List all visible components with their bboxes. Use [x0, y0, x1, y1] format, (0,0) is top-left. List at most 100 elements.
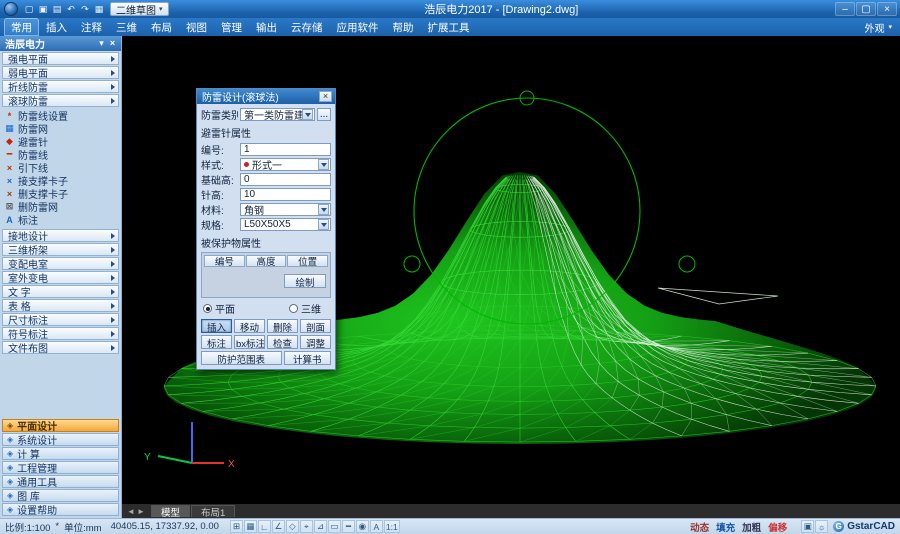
sidebar-category-button[interactable]: 接地设计	[2, 229, 119, 242]
maximize-button[interactable]: ▢	[856, 2, 876, 16]
open-icon[interactable]: ▣	[36, 2, 50, 16]
ribbon-tab[interactable]: 注释	[74, 18, 109, 36]
minimize-button[interactable]: –	[835, 2, 855, 16]
action-button[interactable]: 检查	[267, 335, 298, 349]
otrack-icon[interactable]: ⌖	[300, 520, 313, 533]
sidebar-category-button[interactable]: 文件布图	[2, 341, 119, 354]
field-control[interactable]: 角钢	[240, 203, 331, 216]
magnet-icon[interactable]: ◉	[356, 520, 369, 533]
clean-screen-icon[interactable]: ▣	[801, 520, 814, 533]
action-button[interactable]: 调整	[300, 335, 331, 349]
sidebar-category-button[interactable]: 表 格	[2, 299, 119, 312]
save-icon[interactable]: ▤	[50, 2, 64, 16]
action-button[interactable]: 移动	[234, 319, 265, 333]
workspace-select[interactable]: 二维草图 ▾	[110, 2, 169, 16]
ribbon-tab[interactable]: 管理	[214, 18, 249, 36]
dyn-input-icon[interactable]: ▭	[328, 520, 341, 533]
close-button[interactable]: ×	[877, 2, 897, 16]
layout-tab[interactable]: 布局1	[191, 505, 235, 517]
ribbon-tab[interactable]: 三维	[109, 18, 144, 36]
ribbon-tab[interactable]: 云存储	[284, 18, 330, 36]
field-control[interactable]: 10	[240, 188, 331, 201]
sidebar-category-button[interactable]: 弱电平面	[2, 66, 119, 79]
app-logo-icon[interactable]	[4, 2, 18, 16]
drawing-canvas[interactable]: YX 防雷设计(滚球法) × 防雷类别: 第一类防雷建	[122, 36, 900, 504]
layout-tab[interactable]: 模型	[151, 505, 190, 517]
ducs-icon[interactable]: ⊿	[314, 520, 327, 533]
scale-indicator[interactable]: 比例:1:100	[5, 520, 50, 534]
report-button[interactable]: 防护范围表	[201, 351, 282, 365]
ribbon-tab[interactable]: 插入	[39, 18, 74, 36]
ribbon-tab[interactable]: 扩展工具	[421, 18, 477, 36]
sidebar-tool-item[interactable]: A 标注	[0, 213, 121, 226]
table-header-cell[interactable]: 高度	[246, 255, 287, 267]
sidebar-category-button[interactable]: 折线防雷	[2, 80, 119, 93]
tab-scroll-right-icon[interactable]: ►	[136, 507, 146, 516]
action-button[interactable]: bx标注	[234, 335, 265, 349]
field-control[interactable]: L50X50X5	[240, 218, 331, 231]
sidebar-nav-item[interactable]: ◈ 计 算	[2, 447, 119, 460]
print-icon[interactable]: ▦	[92, 2, 106, 16]
sidebar-category-button[interactable]: 尺寸标注	[2, 313, 119, 326]
ribbon-tab[interactable]: 帮助	[386, 18, 421, 36]
sidebar-category-button[interactable]: 符号标注	[2, 327, 119, 340]
status-toggle[interactable]: 偏移	[768, 520, 787, 534]
dialog-title-bar[interactable]: 防雷设计(滚球法) ×	[197, 89, 335, 104]
category-select[interactable]: 第一类防雷建	[240, 108, 315, 121]
field-control[interactable]: 1	[240, 143, 331, 156]
new-icon[interactable]: ▢	[22, 2, 36, 16]
grid-icon[interactable]: ▦	[244, 520, 257, 533]
ribbon-tab[interactable]: 视图	[179, 18, 214, 36]
sidebar-nav-item[interactable]: ◈ 工程管理	[2, 461, 119, 474]
action-button[interactable]: 删除	[267, 319, 298, 333]
chevron-down-icon[interactable]	[318, 204, 329, 215]
sidebar-category-button[interactable]: 滚球防雷	[2, 94, 119, 107]
table-header-cell[interactable]: 编号	[204, 255, 245, 267]
polar-icon[interactable]: ∠	[272, 520, 285, 533]
lineweight-icon[interactable]: ━	[342, 520, 355, 533]
snap-icon[interactable]: ⊞	[230, 520, 243, 533]
sidebar-nav-item[interactable]: ◈ 系统设计	[2, 433, 119, 446]
annotation-icon[interactable]: A	[370, 520, 383, 533]
draw-button[interactable]: 绘制	[284, 274, 326, 288]
sidebar-category-button[interactable]: 强电平面	[2, 52, 119, 65]
tab-scroll-left-icon[interactable]: ◄	[126, 507, 136, 516]
ribbon-tab[interactable]: 应用软件	[330, 18, 386, 36]
sidebar-nav-item[interactable]: ◈ 平面设计	[2, 419, 119, 432]
report-button[interactable]: 计算书	[284, 351, 331, 365]
redo-icon[interactable]: ↷	[78, 2, 92, 16]
radio-3d[interactable]: 三维	[289, 301, 321, 316]
action-button[interactable]: 剖面	[300, 319, 331, 333]
field-control[interactable]: 0	[240, 173, 331, 186]
annoscale-icon[interactable]: 1:1	[384, 520, 400, 533]
sidebar-nav-item[interactable]: ◈ 通用工具	[2, 475, 119, 488]
dialog-close-icon[interactable]: ×	[319, 91, 332, 102]
ribbon-tab[interactable]: 输出	[249, 18, 284, 36]
field-control[interactable]: 形式一	[240, 158, 331, 171]
table-header-cell[interactable]: 位置	[287, 255, 328, 267]
more-button[interactable]: ...	[317, 108, 331, 121]
status-toggle[interactable]: 动态	[690, 520, 709, 534]
undo-icon[interactable]: ↶	[64, 2, 78, 16]
status-toggle[interactable]: 填充	[716, 520, 735, 534]
radio-plane[interactable]: 平面	[203, 301, 235, 316]
sidebar-nav-item[interactable]: ◈ 图 库	[2, 489, 119, 502]
sidebar-category-button[interactable]: 室外变电	[2, 271, 119, 284]
chevron-down-icon[interactable]	[302, 109, 313, 120]
ortho-icon[interactable]: ∟	[258, 520, 271, 533]
close-icon[interactable]: ×	[107, 38, 118, 49]
chevron-down-icon[interactable]	[318, 219, 329, 230]
light-icon[interactable]: ☼	[815, 520, 828, 533]
appearance-menu[interactable]: 外观 ▾	[864, 18, 896, 36]
action-button[interactable]: 插入	[201, 319, 232, 333]
pin-icon[interactable]: ▾	[96, 38, 107, 49]
action-button[interactable]: 标注	[201, 335, 232, 349]
osnap-icon[interactable]: ◇	[286, 520, 299, 533]
sidebar-category-button[interactable]: 三维桥架	[2, 243, 119, 256]
status-toggle[interactable]: 加粗	[742, 520, 761, 534]
sidebar-nav-item[interactable]: ◈ 设置帮助	[2, 503, 119, 516]
ribbon-tab[interactable]: 布局	[144, 18, 179, 36]
sidebar-category-button[interactable]: 变配电室	[2, 257, 119, 270]
ribbon-tab[interactable]: 常用	[4, 18, 39, 36]
sidebar-category-button[interactable]: 文 字	[2, 285, 119, 298]
